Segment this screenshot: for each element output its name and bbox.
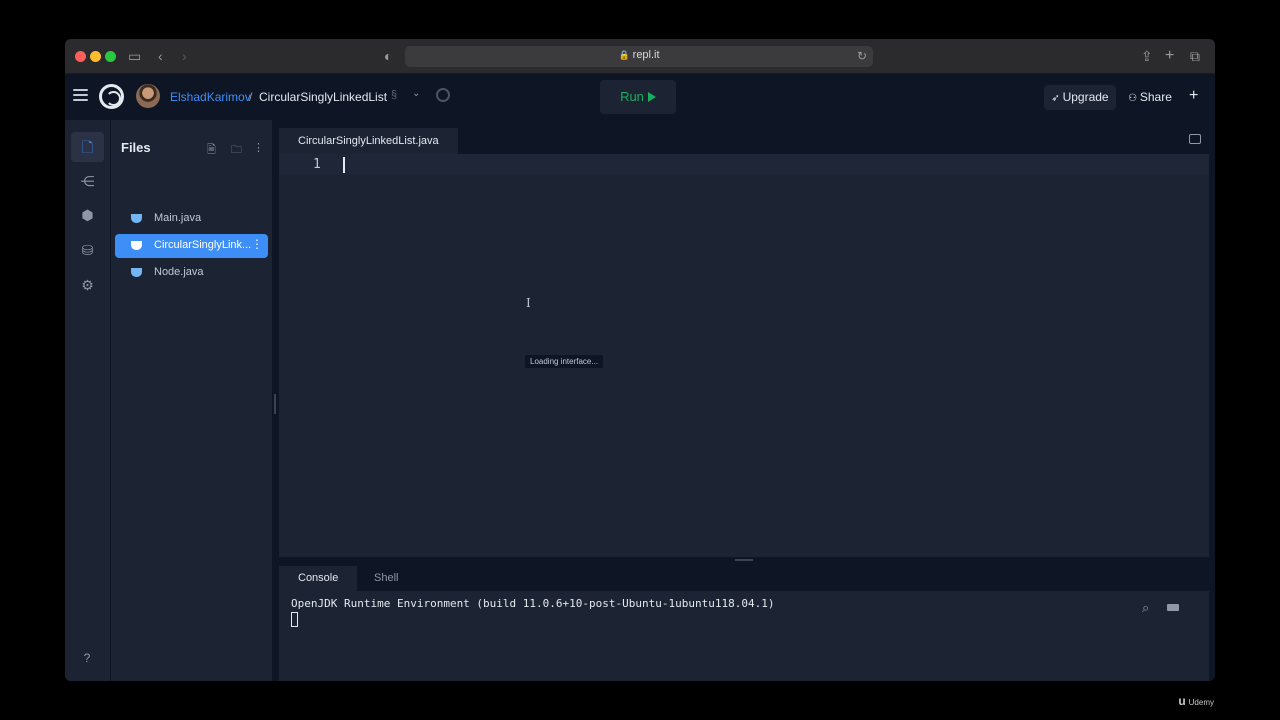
files-icon[interactable]: 🗋 [71,132,104,162]
browser-window: ▭ ‹ › ◐ 🔒 repl.it ↻ ⇪ + ⧉ ElshadKarimov /… [65,39,1215,681]
file-label: Main.java [154,212,202,224]
upgrade-button[interactable]: ➶ Upgrade [1044,85,1116,110]
console-cursor[interactable] [291,612,298,627]
run-button[interactable]: Run [600,80,676,114]
new-folder-icon[interactable]: 🗀 [231,141,242,160]
files-title: Files [121,140,151,155]
layout-icon[interactable] [1189,134,1201,144]
console-panel: Console Shell OpenJDK Runtime Environmen… [279,563,1209,681]
url-text: repl.it [632,49,660,61]
loading-tooltip: Loading interface... [525,355,604,368]
avatar[interactable] [136,84,160,108]
code-editor[interactable]: CircularSinglyLinkedList.java 1 I Loadin… [279,120,1209,557]
share-label: Share [1139,90,1172,104]
java-file-icon [131,241,142,250]
lock-icon: 🔒 [618,50,630,60]
packages-icon[interactable]: ⬢ [71,200,104,230]
add-button[interactable]: + [1189,86,1198,106]
panel-resize-handle[interactable] [272,120,279,681]
activity-bar: 🗋 ⋲ ⬢ ⛁ ⚙ ? [65,120,110,681]
udemy-logo-icon: u [1178,694,1186,708]
close-window-button[interactable] [75,51,86,62]
mouse-cursor-icon: I [526,296,531,310]
file-item-node-java[interactable]: Node.java [115,261,268,285]
version-control-icon[interactable]: ⋲ [71,166,104,196]
settings-gear-icon[interactable]: ⚙ [71,270,104,300]
more-options-icon[interactable]: ⋮ [253,141,264,154]
clear-console-icon[interactable] [1167,604,1179,611]
search-icon[interactable]: ⌕ [1142,600,1149,616]
files-panel: Files 🗎 🗀 ⋮ Main.java CircularSinglyLink… [110,120,272,681]
share-button[interactable]: ⚇ Share [1123,85,1177,110]
repl-header: ElshadKarimov / CircularSinglyLinkedList… [65,74,1215,120]
language-icon: § [391,89,398,101]
rocket-icon: ➶ [1051,93,1063,104]
file-label: CircularSinglyLink... [154,239,252,251]
play-icon [647,92,656,102]
chevron-down-icon[interactable]: ⌄ [412,88,420,99]
help-icon[interactable]: ? [78,649,96,667]
breadcrumb-separator: / [249,90,253,104]
database-icon[interactable]: ⛁ [71,235,104,265]
text-caret [343,157,345,173]
maximize-window-button[interactable] [105,51,116,62]
run-label: Run [620,89,644,104]
right-edge [1209,120,1215,681]
browser-toolbar: ▭ ‹ › ◐ 🔒 repl.it ↻ ⇪ + ⧉ [65,39,1215,74]
watermark-text: Udemy [1188,698,1214,707]
java-file-icon [131,268,142,277]
shield-icon[interactable]: ◐ [384,47,392,65]
tab-console[interactable]: Console [279,566,358,591]
tab-shell[interactable]: Shell [355,566,417,591]
file-item-circular-singly-linked-list[interactable]: CircularSinglyLink... ⋮ [115,234,268,258]
menu-icon[interactable] [73,89,88,101]
code-line[interactable]: 1 [279,154,1209,174]
file-menu-icon[interactable]: ⋮ [251,237,263,251]
console-output: OpenJDK Runtime Environment (build 11.0.… [291,597,775,610]
file-item-main-java[interactable]: Main.java [115,207,268,231]
editor-tab[interactable]: CircularSinglyLinkedList.java [279,128,458,154]
upgrade-label: Upgrade [1062,90,1109,104]
add-person-icon: ⚇ [1128,93,1140,104]
new-file-icon[interactable]: 🗎 [207,141,216,160]
line-number: 1 [313,157,321,172]
tabs-overview-icon[interactable]: ⧉ [1190,47,1200,65]
share-icon[interactable]: ⇪ [1141,47,1153,65]
replit-logo[interactable] [99,84,124,109]
minimize-window-button[interactable] [90,51,101,62]
history-icon[interactable] [436,88,450,102]
file-label: Node.java [154,266,204,278]
console-tab-bar [279,563,1209,591]
reload-icon[interactable]: ↻ [857,49,867,63]
forward-icon[interactable]: › [182,47,187,65]
back-icon[interactable]: ‹ [158,47,163,65]
udemy-watermark: u Udemy [1178,694,1214,708]
sidebar-toggle-icon[interactable]: ▭ [128,47,141,65]
username-link[interactable]: ElshadKarimov [170,90,251,104]
repl-name[interactable]: CircularSinglyLinkedList [259,90,387,104]
java-file-icon [131,214,142,223]
new-tab-icon[interactable]: + [1165,47,1174,65]
address-bar[interactable]: 🔒 repl.it ↻ [405,46,873,67]
